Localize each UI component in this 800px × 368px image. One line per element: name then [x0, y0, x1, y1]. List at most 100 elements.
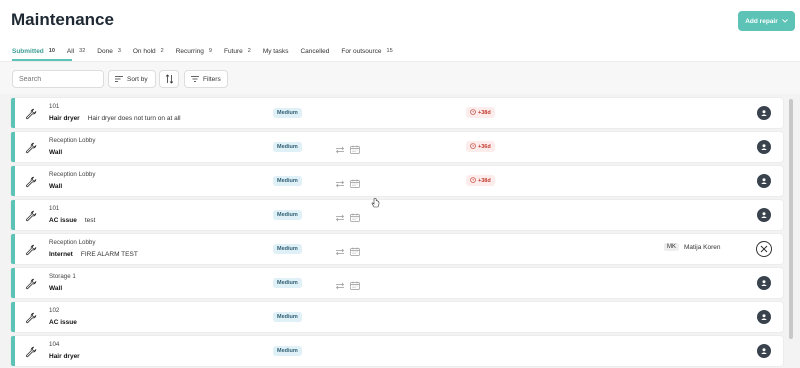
scrollbar[interactable]	[789, 99, 793, 339]
assign-user-button[interactable]	[757, 208, 771, 222]
user-icon	[760, 172, 768, 190]
tab-future[interactable]: Future 2	[224, 44, 251, 58]
search-input[interactable]	[12, 70, 104, 88]
tab-submitted[interactable]: Submitted 10	[12, 44, 55, 58]
tab-count: 2	[160, 48, 164, 54]
calendar-icon	[350, 277, 360, 295]
tab-on-hold[interactable]: On hold 2	[133, 44, 164, 58]
tab-label: Recurring	[175, 47, 204, 55]
row-item-name: AC issue	[49, 217, 77, 224]
hand-cursor-icon	[371, 198, 380, 208]
tab-count: 2	[247, 48, 251, 54]
user-icon	[760, 104, 768, 122]
transfer-icon	[335, 209, 345, 227]
wrench-icon	[25, 141, 37, 154]
assignee-name: Matija Koren	[684, 243, 721, 251]
table-row[interactable]: Reception Lobby Wall Medium +38d	[11, 166, 783, 196]
clock-icon	[470, 176, 476, 185]
row-item: Wall	[49, 149, 62, 156]
assign-user-button[interactable]	[757, 310, 771, 324]
unassign-button[interactable]	[756, 241, 772, 257]
tab-done[interactable]: Done 3	[97, 44, 121, 58]
table-row[interactable]: Reception Lobby Internet FIRE ALARM TEST Me…	[11, 234, 783, 264]
calendar-icon	[350, 209, 360, 227]
transfer-icon	[335, 277, 345, 295]
row-location: Storage 1	[49, 273, 76, 280]
tab-my-tasks[interactable]: My tasks	[263, 44, 289, 58]
row-description: Hair dryer does not turn on at all	[87, 115, 181, 122]
row-item: Wall	[49, 183, 62, 190]
overdue-badge: +36d	[466, 141, 495, 152]
user-icon	[760, 342, 768, 360]
sort-direction-button[interactable]	[159, 70, 179, 88]
status-stripe	[11, 268, 15, 298]
table-row[interactable]: 101 Hair dryer Hair dryer does not turn on…	[11, 98, 783, 128]
add-repair-button[interactable]: Add repair	[738, 11, 795, 31]
row-location: 102	[49, 307, 60, 314]
tab-cancelled[interactable]: Cancelled	[300, 44, 329, 58]
row-item-name: AC issue	[49, 319, 77, 326]
priority-badge: Medium	[273, 346, 302, 356]
assign-user-button[interactable]	[757, 276, 771, 290]
tab-recurring[interactable]: Recurring 9	[176, 44, 212, 58]
status-stripe	[11, 302, 15, 332]
page-title: Maintenance	[11, 10, 114, 29]
transfer-icon	[335, 175, 345, 193]
tab-label: All	[66, 47, 75, 55]
assignee-initials: MK	[664, 243, 679, 251]
tab-count: 10	[48, 48, 55, 54]
user-icon	[760, 274, 768, 292]
assign-user-button[interactable]	[757, 174, 771, 188]
priority-badge: Medium	[273, 210, 302, 220]
table-row[interactable]: 101 AC issue test Medium	[11, 200, 783, 230]
priority-badge: Medium	[273, 244, 302, 254]
tab-label: For outsource	[341, 47, 382, 55]
assign-user-button[interactable]	[757, 344, 771, 358]
priority-badge: Medium	[273, 278, 302, 288]
close-icon	[760, 240, 768, 258]
assign-user-button[interactable]	[757, 106, 771, 120]
row-meta-icons	[335, 141, 360, 159]
status-stripe	[11, 166, 15, 196]
row-meta-icons	[335, 277, 360, 295]
row-description: test	[84, 217, 96, 224]
user-icon	[760, 308, 768, 326]
page-header: Maintenance Add repair	[0, 0, 800, 40]
filters-button[interactable]: Filters	[184, 70, 228, 88]
transfer-icon	[335, 141, 345, 159]
tab-for-outsource[interactable]: For outsource 15	[341, 44, 392, 58]
row-item-name: Wall	[49, 285, 63, 292]
transfer-icon	[335, 243, 345, 261]
clock-icon	[470, 142, 476, 151]
tab-label: My tasks	[262, 47, 289, 55]
row-item: Hair dryer	[49, 353, 80, 360]
table-row[interactable]: 104 Hair dryer Medium	[11, 336, 783, 366]
overdue-value: +38d	[478, 177, 491, 184]
row-location: Reception Lobby	[49, 239, 96, 246]
row-item: Wall	[49, 285, 62, 292]
wrench-icon	[25, 209, 37, 222]
chevron-down-icon	[781, 19, 788, 23]
add-repair-label: Add repair	[745, 17, 778, 25]
table-row[interactable]: Reception Lobby Wall Medium +36d	[11, 132, 783, 162]
sort-by-button[interactable]: Sort by	[108, 70, 156, 88]
tab-all[interactable]: All 32	[67, 44, 85, 58]
calendar-icon	[350, 175, 360, 193]
overdue-value: +36d	[478, 143, 491, 150]
clock-icon	[470, 108, 476, 117]
row-location: Reception Lobby	[49, 137, 96, 144]
overdue-badge: +38d	[466, 175, 495, 186]
table-row[interactable]: 102 AC issue Medium	[11, 302, 783, 332]
assign-user-button[interactable]	[757, 140, 771, 154]
row-location: 101	[49, 103, 60, 110]
overdue-value: +38d	[478, 109, 491, 116]
row-description: FIRE ALARM TEST	[80, 251, 138, 258]
wrench-icon	[25, 277, 37, 290]
sort-direction-icon	[165, 74, 173, 84]
wrench-icon	[25, 345, 37, 358]
wrench-icon	[25, 243, 37, 256]
table-row[interactable]: Storage 1 Wall Medium	[11, 268, 783, 298]
sort-lines-icon	[115, 76, 123, 82]
row-item: AC issue test	[49, 217, 95, 224]
status-stripe	[11, 234, 15, 264]
